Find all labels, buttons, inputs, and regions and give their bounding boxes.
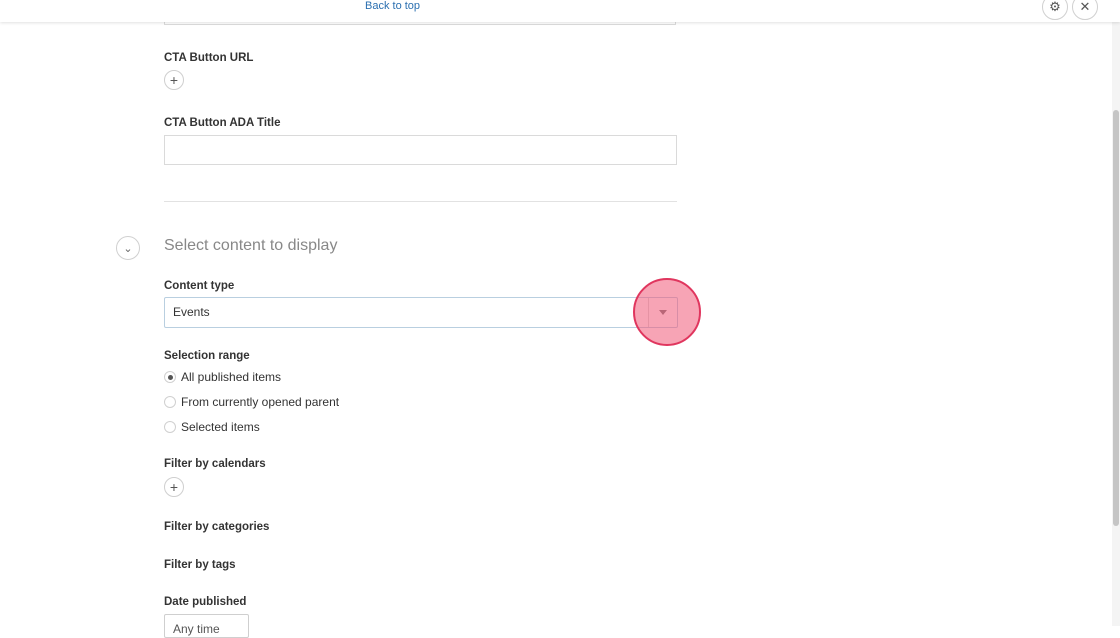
chevron-down-icon: ⌄ — [123, 242, 133, 255]
cta-ada-title-label: CTA Button ADA Title — [164, 117, 281, 129]
click-indicator — [633, 278, 701, 346]
radio-selected-dot — [167, 374, 173, 380]
selection-range-label: Selection range — [164, 350, 250, 362]
scrollbar[interactable] — [1112, 22, 1120, 626]
add-cta-url-button[interactable]: + — [164, 70, 184, 90]
radio-currently-opened-parent[interactable]: From currently opened parent — [164, 395, 339, 409]
filter-categories-label: Filter by categories — [164, 521, 270, 533]
radio-label: All published items — [181, 370, 282, 384]
section-title: Select content to display — [164, 237, 338, 254]
back-to-top-link[interactable]: Back to top — [365, 0, 420, 12]
filter-tags-label: Filter by tags — [164, 559, 236, 571]
collapse-section-button[interactable]: ⌄ — [116, 236, 140, 260]
content-type-label: Content type — [164, 280, 235, 292]
plus-icon: + — [169, 479, 179, 495]
content-type-value: Events — [173, 305, 210, 319]
close-icon[interactable]: ✕ — [1072, 0, 1098, 20]
filter-calendars-label: Filter by calendars — [164, 458, 266, 470]
radio-all-published[interactable]: All published items — [164, 370, 281, 384]
plus-icon: + — [169, 72, 179, 88]
content-type-select[interactable]: Events — [164, 297, 678, 328]
radio-button[interactable] — [164, 396, 176, 408]
radio-button[interactable] — [164, 421, 176, 433]
section-divider — [164, 201, 677, 202]
radio-label: Selected items — [181, 420, 260, 434]
gear-icon[interactable]: ⚙ — [1042, 0, 1068, 20]
radio-button[interactable] — [164, 371, 176, 383]
date-published-select[interactable]: Any time — [164, 614, 249, 638]
radio-selected-items[interactable]: Selected items — [164, 420, 260, 434]
add-calendar-filter-button[interactable]: + — [164, 477, 184, 497]
scrollbar-thumb[interactable] — [1113, 110, 1119, 526]
top-bar: Back to top ⚙ ✕ — [0, 0, 1120, 22]
radio-label: From currently opened parent — [181, 395, 340, 409]
cta-url-label: CTA Button URL — [164, 52, 254, 64]
cta-ada-title-input[interactable] — [164, 135, 677, 165]
date-published-label: Date published — [164, 596, 247, 608]
